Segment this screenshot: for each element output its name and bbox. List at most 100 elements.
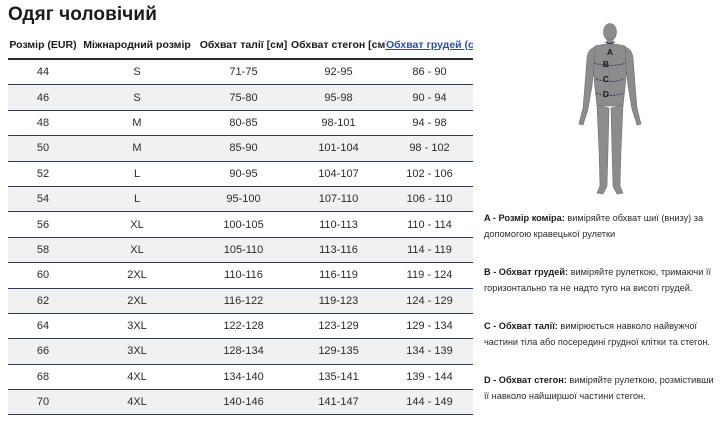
cell-size-eur: 58 [8,237,78,264]
header-waist: Обхват талії [см] [196,31,291,60]
cell-size-eur: 46 [8,84,78,111]
label-a: A [607,47,613,57]
cell-size-eur: 64 [8,313,78,340]
cell-hips: 92-95 [291,59,386,86]
cell-chest: 119 - 124 [386,262,473,289]
note-waist-label: C - Обхват талії: [484,321,558,331]
table-row: 46 S 75-80 95-98 90 - 94 [8,84,473,111]
cell-size-eur: 70 [8,389,78,416]
table-row: 66 3XL 128-134 129-135 134 - 139 [8,338,473,365]
cell-waist: 71-75 [196,59,291,86]
cell-hips: 113-116 [291,237,386,264]
cell-international-size: 3XL [78,338,196,365]
table-row: 64 3XL 122-128 123-129 129 - 134 [8,313,473,340]
cell-size-eur: 44 [8,59,78,86]
cell-size-eur: 48 [8,110,78,137]
cell-chest: 139 - 144 [386,364,473,391]
measurement-notes: A - Розмір коміра: виміряйте обхват шиї … [484,210,716,426]
cell-chest: 102 - 106 [386,161,473,187]
note-collar-label: A - Розмір коміра: [484,213,565,223]
header-international-size: Міжнародний розмір [78,31,196,60]
cell-international-size: L [78,161,196,187]
table-row: 60 2XL 110-116 116-119 119 - 124 [8,262,473,289]
cell-international-size: 4XL [78,364,196,391]
table-row: 54 L 95-100 107-110 106 - 110 [8,186,473,213]
table-row: 48 M 80-85 98-101 94 - 98 [8,110,473,137]
cell-hips: 110-113 [291,211,386,238]
table-row: 70 4XL 140-146 141-147 144 - 149 [8,389,473,416]
size-table: Розмір (EUR) Міжнародний розмір Обхват т… [8,31,473,416]
cell-international-size: S [78,59,196,86]
cell-hips: 129-135 [291,338,386,365]
cell-international-size: 2XL [78,288,196,314]
body-measurement-figure: A B C D [578,23,642,195]
note-hips-label: D - Обхват стегон: [484,375,567,385]
cell-chest: 134 - 139 [386,338,473,365]
table-header-row: Розмір (EUR) Міжнародний розмір Обхват т… [8,31,473,60]
cell-international-size: XL [78,211,196,238]
label-c: C [603,74,609,84]
cell-waist: 110-116 [196,262,291,289]
cell-waist: 85-90 [196,135,291,162]
cell-size-eur: 68 [8,364,78,391]
table-row: 68 4XL 134-140 135-141 139 - 144 [8,364,473,391]
note-waist: C - Обхват талії: вимірюється навколо на… [484,318,716,350]
cell-hips: 104-107 [291,161,386,187]
table-row: 58 XL 105-110 113-116 114 - 119 [8,237,473,264]
cell-chest: 110 - 114 [386,211,473,238]
note-chest: B - Обхват грудей: виміряйте рулеткою, т… [484,264,716,296]
table-row: 62 2XL 116-122 119-123 124 - 129 [8,288,473,314]
cell-hips: 123-129 [291,313,386,340]
cell-international-size: M [78,110,196,137]
note-chest-label: B - Обхват грудей: [484,267,569,277]
cell-hips: 119-123 [291,288,386,314]
cell-hips: 95-98 [291,84,386,111]
note-hips: D - Обхват стегон: виміряйте рулеткою, р… [484,372,716,404]
cell-chest: 86 - 90 [386,59,473,86]
table-body: 44 S 71-75 92-95 86 - 90 46 S 75-80 95-98 90 - 94… [8,59,473,416]
cell-chest: 114 - 119 [386,237,473,264]
cell-hips: 101-104 [291,135,386,162]
cell-size-eur: 62 [8,288,78,314]
table-row: 44 S 71-75 92-95 86 - 90 [8,59,473,86]
cell-chest: 144 - 149 [386,389,473,416]
cell-waist: 105-110 [196,237,291,264]
cell-waist: 95-100 [196,186,291,213]
cell-hips: 98-101 [291,110,386,137]
header-hips: Обхват стегон [см] [291,31,386,60]
cell-chest: 94 - 98 [386,110,473,137]
header-size-eur: Розмір (EUR) [8,31,78,60]
cell-size-eur: 60 [8,262,78,289]
cell-waist: 100-105 [196,211,291,238]
table-row: 50 M 85-90 101-104 98 - 102 [8,135,473,162]
table-row: 56 XL 100-105 110-113 110 - 114 [8,211,473,238]
cell-hips: 116-119 [291,262,386,289]
cell-waist: 122-128 [196,313,291,340]
cell-waist: 128-134 [196,338,291,365]
table-row: 52 L 90-95 104-107 102 - 106 [8,161,473,187]
label-b: B [603,59,609,69]
cell-international-size: XL [78,237,196,264]
cell-chest: 129 - 134 [386,313,473,340]
label-d: D [603,89,609,99]
cell-waist: 80-85 [196,110,291,137]
cell-international-size: 2XL [78,262,196,289]
cell-waist: 90-95 [196,161,291,187]
header-chest-link[interactable]: Обхват грудей (см) [386,31,473,60]
cell-chest: 98 - 102 [386,135,473,162]
cell-international-size: L [78,186,196,213]
cell-size-eur: 56 [8,211,78,238]
cell-hips: 141-147 [291,389,386,416]
note-collar: A - Розмір коміра: виміряйте обхват шиї … [484,210,716,242]
cell-waist: 116-122 [196,288,291,314]
cell-hips: 135-141 [291,364,386,391]
cell-hips: 107-110 [291,186,386,213]
cell-international-size: 4XL [78,389,196,416]
cell-size-eur: 50 [8,135,78,162]
page-title: Одяг чоловічий [8,4,157,25]
cell-size-eur: 66 [8,338,78,365]
cell-waist: 75-80 [196,84,291,111]
cell-chest: 124 - 129 [386,288,473,314]
cell-waist: 134-140 [196,364,291,391]
cell-waist: 140-146 [196,389,291,416]
